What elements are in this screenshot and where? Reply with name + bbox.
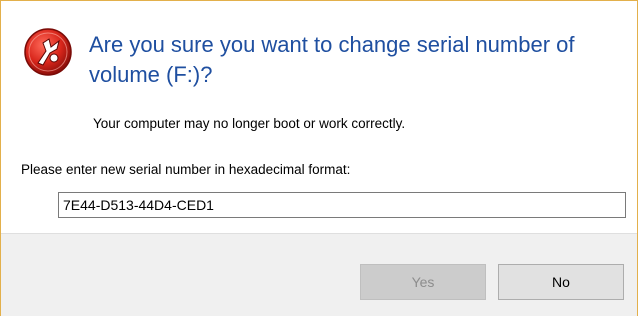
yes-button[interactable]: Yes xyxy=(360,264,486,300)
serial-prompt-label: Please enter new serial number in hexade… xyxy=(21,162,351,177)
button-bar: Yes No xyxy=(1,233,637,316)
window-top-border xyxy=(1,0,637,1)
confirm-dialog: Are you sure you want to change serial n… xyxy=(0,0,638,316)
serial-number-input[interactable] xyxy=(58,192,626,218)
app-tool-icon xyxy=(23,27,73,77)
warning-text: Your computer may no longer boot or work… xyxy=(93,116,406,131)
dialog-question: Are you sure you want to change serial n… xyxy=(89,32,575,87)
no-button[interactable]: No xyxy=(498,264,624,300)
